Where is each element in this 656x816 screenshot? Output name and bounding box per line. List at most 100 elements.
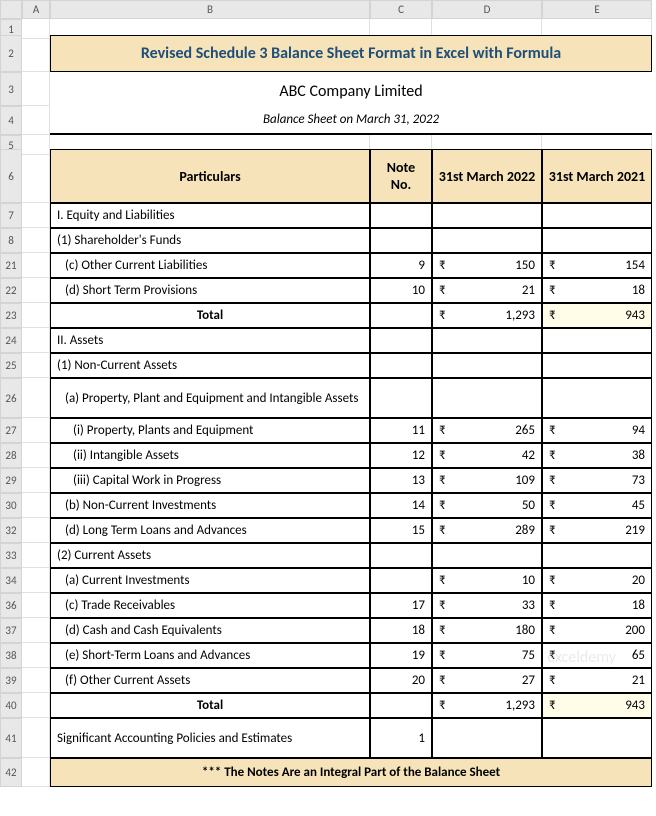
currency-cell[interactable] bbox=[542, 328, 652, 353]
currency-cell[interactable]: ₹154 bbox=[542, 253, 652, 278]
currency-cell[interactable]: ₹289 bbox=[432, 518, 542, 543]
particulars-cell[interactable]: Total bbox=[50, 303, 370, 328]
currency-cell[interactable] bbox=[432, 203, 542, 228]
row-header[interactable]: 42 bbox=[0, 758, 22, 787]
currency-cell[interactable]: ₹18 bbox=[542, 593, 652, 618]
currency-cell[interactable] bbox=[542, 203, 652, 228]
particulars-cell[interactable]: (iii) Capital Work in Progress bbox=[50, 468, 370, 493]
row-header[interactable]: 28 bbox=[0, 443, 22, 468]
row-header[interactable]: 32 bbox=[0, 518, 22, 543]
particulars-cell[interactable]: II. Assets bbox=[50, 328, 370, 353]
currency-cell[interactable]: ₹219 bbox=[542, 518, 652, 543]
currency-cell[interactable]: ₹38 bbox=[542, 443, 652, 468]
currency-cell[interactable] bbox=[432, 353, 542, 378]
row-header[interactable]: 29 bbox=[0, 468, 22, 493]
particulars-cell[interactable]: (a) Property, Plant and Equipment and In… bbox=[50, 378, 370, 418]
note-cell[interactable]: 13 bbox=[370, 468, 432, 493]
note-cell[interactable] bbox=[370, 693, 432, 718]
col-header[interactable]: A bbox=[22, 0, 50, 19]
note-cell[interactable] bbox=[370, 568, 432, 593]
row-header[interactable]: 26 bbox=[0, 378, 22, 418]
currency-cell[interactable]: ₹943 bbox=[542, 693, 652, 718]
currency-cell[interactable]: ₹20 bbox=[542, 568, 652, 593]
col-header[interactable]: B bbox=[50, 0, 370, 19]
currency-cell[interactable] bbox=[432, 543, 542, 568]
currency-cell[interactable]: ₹21 bbox=[542, 668, 652, 693]
currency-cell[interactable]: ₹200 bbox=[542, 618, 652, 643]
currency-cell[interactable]: ₹73 bbox=[542, 468, 652, 493]
currency-cell[interactable]: ₹27 bbox=[432, 668, 542, 693]
currency-cell[interactable] bbox=[542, 718, 652, 758]
row-header[interactable]: 8 bbox=[0, 228, 22, 253]
particulars-cell[interactable]: (ii) Intangible Assets bbox=[50, 443, 370, 468]
note-cell[interactable] bbox=[370, 353, 432, 378]
note-cell[interactable]: 18 bbox=[370, 618, 432, 643]
currency-cell[interactable]: ₹75 bbox=[432, 643, 542, 668]
currency-cell[interactable]: ₹1,293 bbox=[432, 693, 542, 718]
currency-cell[interactable]: ₹180 bbox=[432, 618, 542, 643]
currency-cell[interactable] bbox=[542, 543, 652, 568]
row-header[interactable]: 41 bbox=[0, 718, 22, 758]
particulars-cell[interactable]: (a) Current Investments bbox=[50, 568, 370, 593]
particulars-cell[interactable]: I. Equity and Liabilities bbox=[50, 203, 370, 228]
col-header[interactable]: D bbox=[432, 0, 542, 19]
currency-cell[interactable]: ₹1,293 bbox=[432, 303, 542, 328]
particulars-cell[interactable]: Significant Accounting Policies and Esti… bbox=[50, 718, 370, 758]
row-header[interactable]: 4 bbox=[0, 106, 22, 135]
col-header[interactable]: E bbox=[542, 0, 652, 19]
row-header[interactable]: 39 bbox=[0, 668, 22, 693]
note-cell[interactable]: 1 bbox=[370, 718, 432, 758]
row-header[interactable]: 27 bbox=[0, 418, 22, 443]
note-cell[interactable]: 14 bbox=[370, 493, 432, 518]
currency-cell[interactable]: ₹109 bbox=[432, 468, 542, 493]
particulars-cell[interactable]: (1) Non-Current Assets bbox=[50, 353, 370, 378]
row-header[interactable]: 2 bbox=[0, 35, 22, 72]
particulars-cell[interactable]: (i) Property, Plants and Equipment bbox=[50, 418, 370, 443]
particulars-cell[interactable]: (d) Long Term Loans and Advances bbox=[50, 518, 370, 543]
note-cell[interactable] bbox=[370, 543, 432, 568]
note-cell[interactable] bbox=[370, 228, 432, 253]
currency-cell[interactable]: ₹45 bbox=[542, 493, 652, 518]
note-cell[interactable]: 17 bbox=[370, 593, 432, 618]
note-cell[interactable]: 20 bbox=[370, 668, 432, 693]
row-header[interactable]: 24 bbox=[0, 328, 22, 353]
particulars-cell[interactable]: (e) Short-Term Loans and Advances bbox=[50, 643, 370, 668]
currency-cell[interactable]: ₹21 bbox=[432, 278, 542, 303]
currency-cell[interactable]: ₹150 bbox=[432, 253, 542, 278]
row-header[interactable]: 25 bbox=[0, 353, 22, 378]
currency-cell[interactable] bbox=[432, 228, 542, 253]
row-header[interactable]: 7 bbox=[0, 203, 22, 228]
particulars-cell[interactable]: (d) Short Term Provisions bbox=[50, 278, 370, 303]
currency-cell[interactable] bbox=[542, 228, 652, 253]
particulars-cell[interactable]: (f) Other Current Assets bbox=[50, 668, 370, 693]
row-header[interactable]: 30 bbox=[0, 493, 22, 518]
row-header[interactable]: 23 bbox=[0, 303, 22, 328]
currency-cell[interactable]: ₹18 bbox=[542, 278, 652, 303]
currency-cell[interactable] bbox=[432, 328, 542, 353]
particulars-cell[interactable]: (1) Shareholder's Funds bbox=[50, 228, 370, 253]
row-header[interactable]: 38 bbox=[0, 643, 22, 668]
row-header[interactable]: 34 bbox=[0, 568, 22, 593]
note-cell[interactable] bbox=[370, 203, 432, 228]
note-cell[interactable]: 19 bbox=[370, 643, 432, 668]
note-cell[interactable] bbox=[370, 328, 432, 353]
note-cell[interactable] bbox=[370, 303, 432, 328]
note-cell[interactable] bbox=[370, 378, 432, 418]
particulars-cell[interactable]: (c) Other Current Liabilities bbox=[50, 253, 370, 278]
row-header[interactable]: 22 bbox=[0, 278, 22, 303]
col-header[interactable]: C bbox=[370, 0, 432, 19]
currency-cell[interactable] bbox=[542, 353, 652, 378]
row-header[interactable]: 37 bbox=[0, 618, 22, 643]
currency-cell[interactable]: ₹50 bbox=[432, 493, 542, 518]
currency-cell[interactable] bbox=[542, 378, 652, 418]
note-cell[interactable]: 10 bbox=[370, 278, 432, 303]
note-cell[interactable]: 11 bbox=[370, 418, 432, 443]
particulars-cell[interactable]: (2) Current Assets bbox=[50, 543, 370, 568]
particulars-cell[interactable]: Total bbox=[50, 693, 370, 718]
currency-cell[interactable]: ₹943 bbox=[542, 303, 652, 328]
currency-cell[interactable] bbox=[432, 378, 542, 418]
particulars-cell[interactable]: (c) Trade Receivables bbox=[50, 593, 370, 618]
row-header[interactable]: 6 bbox=[0, 149, 22, 203]
currency-cell[interactable]: ₹65 bbox=[542, 643, 652, 668]
particulars-cell[interactable]: (b) Non-Current Investments bbox=[50, 493, 370, 518]
